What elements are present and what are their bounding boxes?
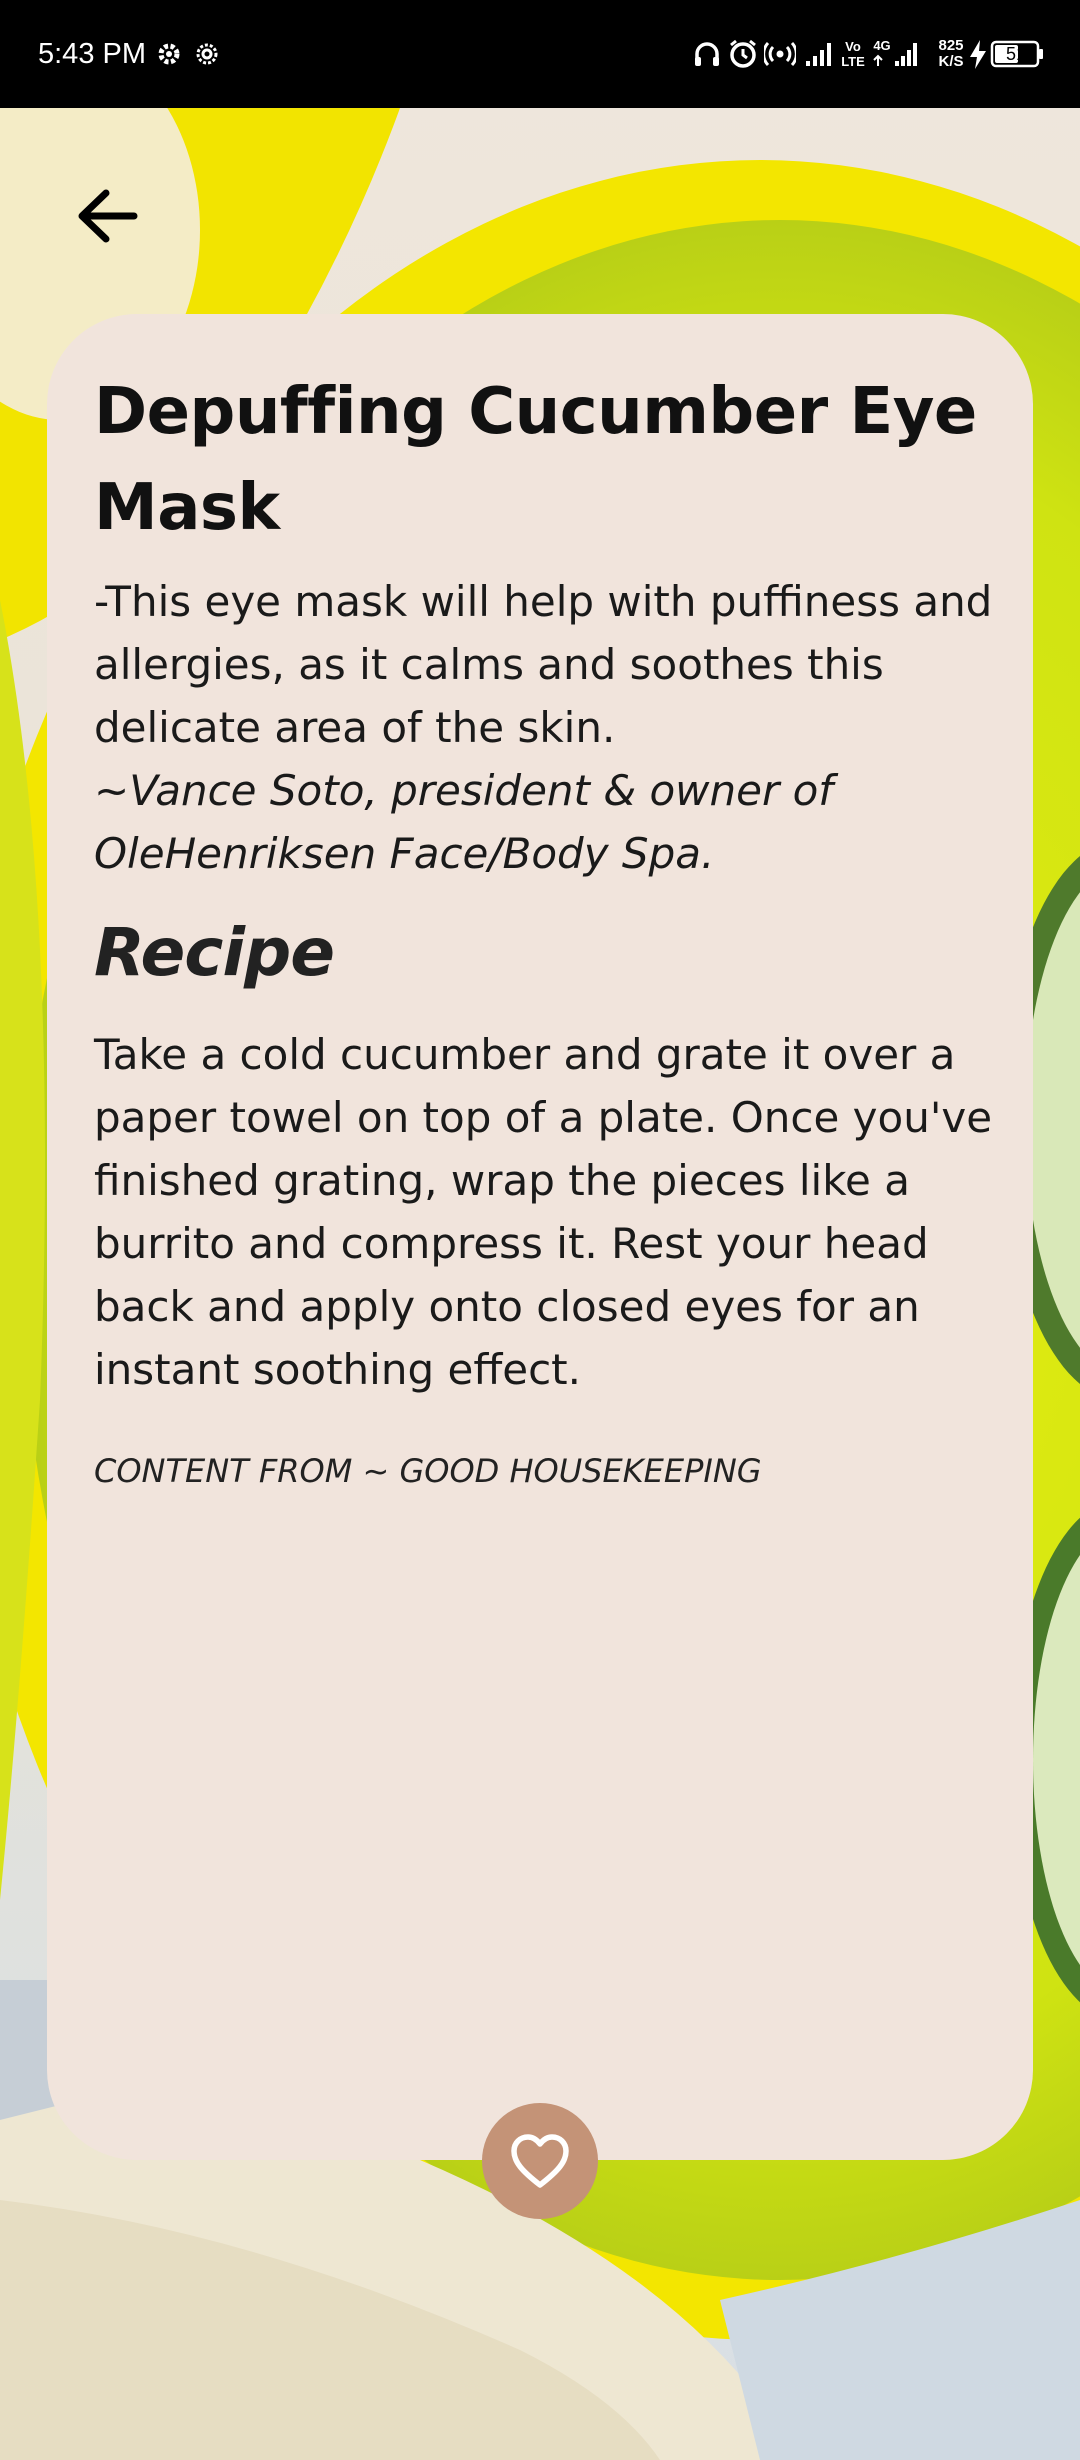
signal-4g-icon: 4G [872, 34, 922, 74]
heart-icon [511, 2134, 569, 2188]
article-title: Depuffing Cucumber Eye Mask [94, 375, 977, 545]
article-quote: ~Vance Soto, president & owner of OleHen… [94, 766, 834, 878]
svg-text:Vo: Vo [845, 39, 861, 54]
network-speed-value: 825 K/S [938, 37, 964, 70]
recipe-body: Take a cold cucumber and grate it over a… [94, 1030, 993, 1394]
content-credit: CONTENT FROM ~ GOOD HOUSEKEEPING [94, 1452, 762, 1490]
article-intro: -This eye mask will help with puffiness … [94, 577, 993, 752]
headphones-icon [692, 34, 722, 74]
battery-level: 51 [1005, 44, 1027, 64]
volte-icon: Vo LTE [838, 34, 868, 74]
back-button[interactable] [66, 176, 150, 260]
status-time: 5:43 PM [38, 38, 146, 70]
settings-icon [156, 34, 182, 74]
screen: 5:43 PM Vo LTE 4G 825 K/S 51 Depuffing C… [0, 0, 1080, 2460]
svg-text:4G: 4G [873, 38, 890, 53]
content-card: Depuffing Cucumber Eye Mask -This eye ma… [47, 314, 1033, 2160]
favorite-button[interactable] [482, 2103, 598, 2219]
charging-icon [966, 34, 990, 74]
hotspot-icon [762, 34, 798, 74]
signal-icon [804, 34, 832, 74]
alarm-icon [727, 34, 759, 74]
settings-alt-icon [194, 34, 220, 74]
recipe-heading: Recipe [94, 914, 335, 991]
arrow-left-icon [78, 189, 138, 243]
svg-text:LTE: LTE [841, 54, 865, 69]
status-bar: 5:43 PM Vo LTE 4G 825 K/S 51 [0, 0, 1080, 108]
card-content: Depuffing Cucumber Eye Mask -This eye ma… [94, 314, 994, 1493]
